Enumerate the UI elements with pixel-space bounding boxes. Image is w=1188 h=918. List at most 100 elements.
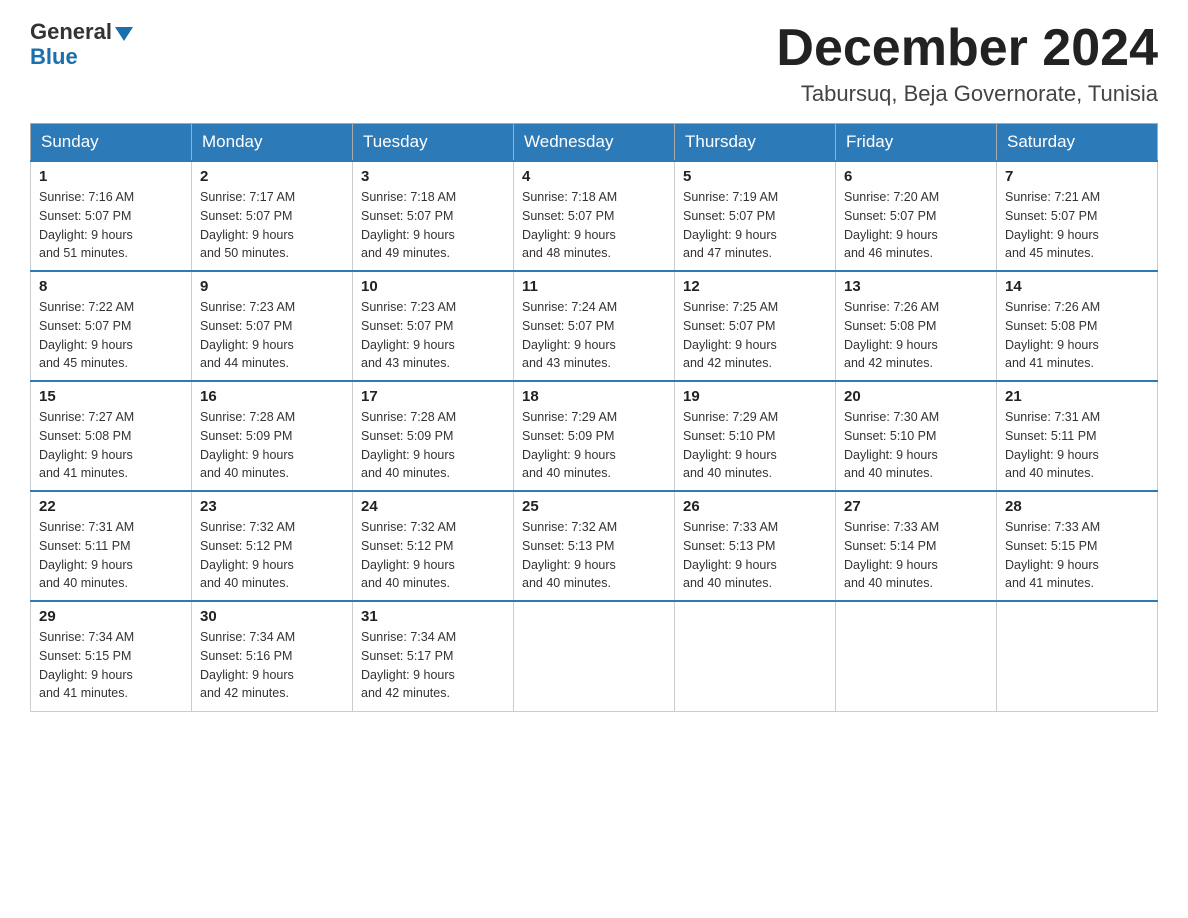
table-row: 12 Sunrise: 7:25 AMSunset: 5:07 PMDaylig… — [675, 271, 836, 381]
table-row: 9 Sunrise: 7:23 AMSunset: 5:07 PMDayligh… — [192, 271, 353, 381]
table-row: 10 Sunrise: 7:23 AMSunset: 5:07 PMDaylig… — [353, 271, 514, 381]
day-number: 31 — [361, 608, 505, 625]
table-row: 28 Sunrise: 7:33 AMSunset: 5:15 PMDaylig… — [997, 491, 1158, 601]
calendar-week-row: 22 Sunrise: 7:31 AMSunset: 5:11 PMDaylig… — [31, 491, 1158, 601]
day-number: 11 — [522, 278, 666, 295]
header-friday: Friday — [836, 124, 997, 162]
day-info: Sunrise: 7:17 AMSunset: 5:07 PMDaylight:… — [200, 190, 295, 260]
day-info: Sunrise: 7:33 AMSunset: 5:14 PMDaylight:… — [844, 520, 939, 590]
day-number: 5 — [683, 168, 827, 185]
table-row: 3 Sunrise: 7:18 AMSunset: 5:07 PMDayligh… — [353, 161, 514, 271]
day-info: Sunrise: 7:20 AMSunset: 5:07 PMDaylight:… — [844, 190, 939, 260]
table-row: 7 Sunrise: 7:21 AMSunset: 5:07 PMDayligh… — [997, 161, 1158, 271]
table-row: 4 Sunrise: 7:18 AMSunset: 5:07 PMDayligh… — [514, 161, 675, 271]
table-row: 29 Sunrise: 7:34 AMSunset: 5:15 PMDaylig… — [31, 601, 192, 711]
day-number: 7 — [1005, 168, 1149, 185]
day-info: Sunrise: 7:31 AMSunset: 5:11 PMDaylight:… — [1005, 410, 1100, 480]
table-row: 13 Sunrise: 7:26 AMSunset: 5:08 PMDaylig… — [836, 271, 997, 381]
day-number: 13 — [844, 278, 988, 295]
day-info: Sunrise: 7:18 AMSunset: 5:07 PMDaylight:… — [361, 190, 456, 260]
header-tuesday: Tuesday — [353, 124, 514, 162]
day-info: Sunrise: 7:19 AMSunset: 5:07 PMDaylight:… — [683, 190, 778, 260]
table-row: 24 Sunrise: 7:32 AMSunset: 5:12 PMDaylig… — [353, 491, 514, 601]
day-number: 9 — [200, 278, 344, 295]
title-section: December 2024 Tabursuq, Beja Governorate… — [776, 20, 1158, 107]
day-info: Sunrise: 7:18 AMSunset: 5:07 PMDaylight:… — [522, 190, 617, 260]
day-number: 3 — [361, 168, 505, 185]
table-row: 18 Sunrise: 7:29 AMSunset: 5:09 PMDaylig… — [514, 381, 675, 491]
weekday-header-row: Sunday Monday Tuesday Wednesday Thursday… — [31, 124, 1158, 162]
table-row — [997, 601, 1158, 711]
table-row — [836, 601, 997, 711]
day-info: Sunrise: 7:29 AMSunset: 5:10 PMDaylight:… — [683, 410, 778, 480]
day-number: 16 — [200, 388, 344, 405]
calendar-week-row: 29 Sunrise: 7:34 AMSunset: 5:15 PMDaylig… — [31, 601, 1158, 711]
day-number: 14 — [1005, 278, 1149, 295]
day-info: Sunrise: 7:24 AMSunset: 5:07 PMDaylight:… — [522, 300, 617, 370]
logo-blue: Blue — [30, 44, 78, 70]
day-number: 26 — [683, 498, 827, 515]
location-subtitle: Tabursuq, Beja Governorate, Tunisia — [776, 81, 1158, 107]
day-number: 18 — [522, 388, 666, 405]
calendar-table: Sunday Monday Tuesday Wednesday Thursday… — [30, 123, 1158, 712]
header-monday: Monday — [192, 124, 353, 162]
calendar-week-row: 15 Sunrise: 7:27 AMSunset: 5:08 PMDaylig… — [31, 381, 1158, 491]
table-row: 31 Sunrise: 7:34 AMSunset: 5:17 PMDaylig… — [353, 601, 514, 711]
day-info: Sunrise: 7:25 AMSunset: 5:07 PMDaylight:… — [683, 300, 778, 370]
header-wednesday: Wednesday — [514, 124, 675, 162]
day-info: Sunrise: 7:16 AMSunset: 5:07 PMDaylight:… — [39, 190, 134, 260]
table-row: 30 Sunrise: 7:34 AMSunset: 5:16 PMDaylig… — [192, 601, 353, 711]
table-row: 23 Sunrise: 7:32 AMSunset: 5:12 PMDaylig… — [192, 491, 353, 601]
logo: General Blue — [30, 20, 133, 70]
day-number: 10 — [361, 278, 505, 295]
day-number: 20 — [844, 388, 988, 405]
table-row: 2 Sunrise: 7:17 AMSunset: 5:07 PMDayligh… — [192, 161, 353, 271]
calendar-week-row: 1 Sunrise: 7:16 AMSunset: 5:07 PMDayligh… — [31, 161, 1158, 271]
day-number: 8 — [39, 278, 183, 295]
day-number: 28 — [1005, 498, 1149, 515]
month-year-title: December 2024 — [776, 20, 1158, 77]
logo-general: General — [30, 20, 112, 44]
table-row: 16 Sunrise: 7:28 AMSunset: 5:09 PMDaylig… — [192, 381, 353, 491]
table-row: 25 Sunrise: 7:32 AMSunset: 5:13 PMDaylig… — [514, 491, 675, 601]
day-info: Sunrise: 7:34 AMSunset: 5:15 PMDaylight:… — [39, 630, 134, 700]
table-row: 1 Sunrise: 7:16 AMSunset: 5:07 PMDayligh… — [31, 161, 192, 271]
day-number: 21 — [1005, 388, 1149, 405]
table-row: 15 Sunrise: 7:27 AMSunset: 5:08 PMDaylig… — [31, 381, 192, 491]
day-info: Sunrise: 7:26 AMSunset: 5:08 PMDaylight:… — [844, 300, 939, 370]
header-saturday: Saturday — [997, 124, 1158, 162]
day-number: 17 — [361, 388, 505, 405]
table-row: 8 Sunrise: 7:22 AMSunset: 5:07 PMDayligh… — [31, 271, 192, 381]
day-number: 23 — [200, 498, 344, 515]
day-number: 2 — [200, 168, 344, 185]
day-info: Sunrise: 7:32 AMSunset: 5:13 PMDaylight:… — [522, 520, 617, 590]
day-info: Sunrise: 7:32 AMSunset: 5:12 PMDaylight:… — [361, 520, 456, 590]
day-number: 22 — [39, 498, 183, 515]
table-row: 17 Sunrise: 7:28 AMSunset: 5:09 PMDaylig… — [353, 381, 514, 491]
day-number: 4 — [522, 168, 666, 185]
table-row: 6 Sunrise: 7:20 AMSunset: 5:07 PMDayligh… — [836, 161, 997, 271]
day-info: Sunrise: 7:33 AMSunset: 5:13 PMDaylight:… — [683, 520, 778, 590]
day-info: Sunrise: 7:27 AMSunset: 5:08 PMDaylight:… — [39, 410, 134, 480]
day-number: 12 — [683, 278, 827, 295]
day-info: Sunrise: 7:28 AMSunset: 5:09 PMDaylight:… — [361, 410, 456, 480]
table-row: 21 Sunrise: 7:31 AMSunset: 5:11 PMDaylig… — [997, 381, 1158, 491]
day-info: Sunrise: 7:30 AMSunset: 5:10 PMDaylight:… — [844, 410, 939, 480]
day-info: Sunrise: 7:23 AMSunset: 5:07 PMDaylight:… — [200, 300, 295, 370]
day-number: 30 — [200, 608, 344, 625]
day-info: Sunrise: 7:21 AMSunset: 5:07 PMDaylight:… — [1005, 190, 1100, 260]
table-row: 26 Sunrise: 7:33 AMSunset: 5:13 PMDaylig… — [675, 491, 836, 601]
day-number: 19 — [683, 388, 827, 405]
day-info: Sunrise: 7:33 AMSunset: 5:15 PMDaylight:… — [1005, 520, 1100, 590]
day-info: Sunrise: 7:31 AMSunset: 5:11 PMDaylight:… — [39, 520, 134, 590]
day-info: Sunrise: 7:23 AMSunset: 5:07 PMDaylight:… — [361, 300, 456, 370]
day-info: Sunrise: 7:29 AMSunset: 5:09 PMDaylight:… — [522, 410, 617, 480]
table-row — [675, 601, 836, 711]
table-row — [514, 601, 675, 711]
table-row: 11 Sunrise: 7:24 AMSunset: 5:07 PMDaylig… — [514, 271, 675, 381]
day-info: Sunrise: 7:32 AMSunset: 5:12 PMDaylight:… — [200, 520, 295, 590]
day-info: Sunrise: 7:22 AMSunset: 5:07 PMDaylight:… — [39, 300, 134, 370]
page-header: General Blue December 2024 Tabursuq, Bej… — [30, 20, 1158, 107]
table-row: 27 Sunrise: 7:33 AMSunset: 5:14 PMDaylig… — [836, 491, 997, 601]
table-row: 22 Sunrise: 7:31 AMSunset: 5:11 PMDaylig… — [31, 491, 192, 601]
